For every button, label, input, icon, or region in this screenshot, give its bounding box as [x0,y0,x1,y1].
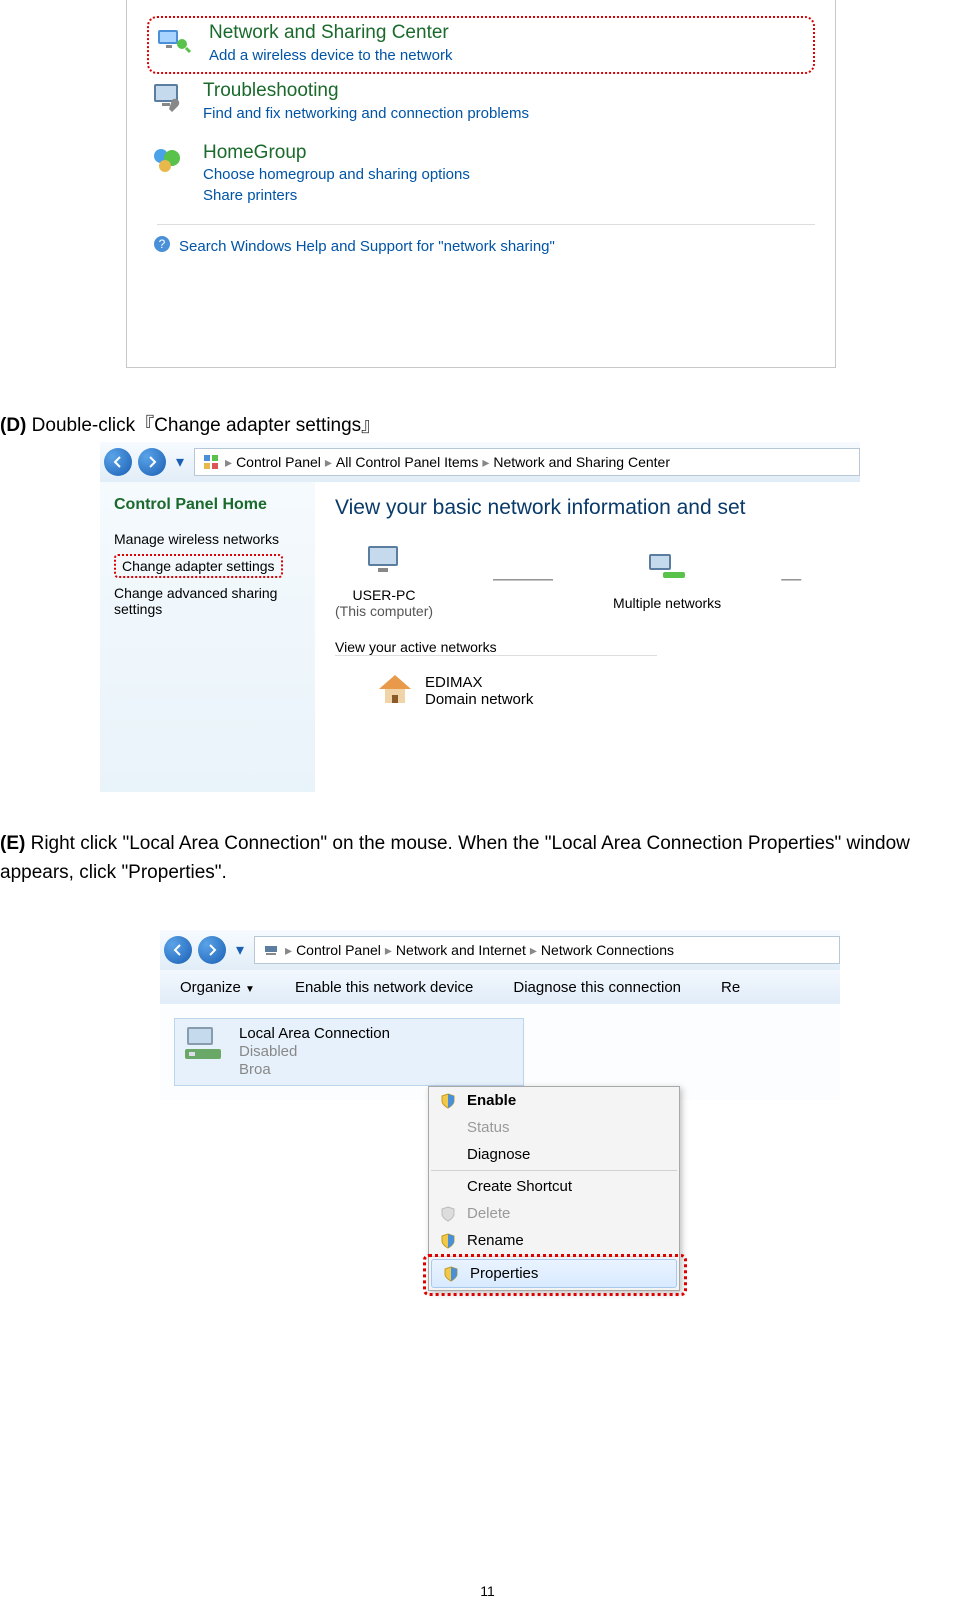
chevron-down-icon[interactable]: ▾ [236,940,244,960]
this-computer: USER-PC (This computer) [335,540,433,619]
menu-item-create-shortcut[interactable]: Create Shortcut [429,1173,679,1200]
shield-icon [437,1233,459,1249]
help-search-link[interactable]: ? Search Windows Help and Support for "n… [147,235,815,257]
house-icon [375,669,415,713]
back-button[interactable] [104,448,132,476]
main-content: View your basic network information and … [315,482,860,792]
toolbar-diagnose[interactable]: Diagnose this connection [513,979,681,996]
toolbar-organize[interactable]: Organize ▼ [180,979,255,996]
nav-bar: ▾ ▸ Control Panel ▸ All Control Panel It… [100,442,860,482]
menu-label: Rename [467,1232,524,1249]
shield-icon [440,1266,462,1282]
back-button[interactable] [164,936,192,964]
step-label: (E) [0,833,25,854]
nav-bar: ▾ ▸ Control Panel ▸ Network and Internet… [160,930,840,970]
homegroup-icon [150,142,186,178]
active-network-item[interactable]: EDIMAX Domain network [375,669,860,713]
connection-status: Disabled [239,1043,390,1061]
menu-item-properties[interactable]: Properties [431,1259,677,1288]
page-heading: View your basic network information and … [335,496,860,520]
step-text: Right click "Local Area Connection" on t… [0,833,910,883]
connection-adapter: Broa [239,1061,390,1079]
search-result-homegroup[interactable]: HomeGroup Choose homegroup and sharing o… [147,136,815,219]
search-result-subtitle[interactable]: Find and fix networking and connection p… [203,103,815,124]
menu-item-status: Status [429,1114,679,1141]
search-result-subtitle[interactable]: Add a wireless device to the network [209,45,803,66]
search-result-title: HomeGroup [203,142,815,165]
search-result-subtitle[interactable]: Choose homegroup and sharing options [203,164,815,185]
chevron-down-icon[interactable]: ▾ [176,452,184,472]
breadcrumb[interactable]: ▸ Control Panel ▸ Network and Internet ▸… [254,936,840,964]
help-icon: ? [153,235,171,257]
forward-button[interactable] [198,936,226,964]
breadcrumb-item[interactable]: All Control Panel Items [336,454,478,470]
network-icon [645,548,689,592]
page-number: 11 [0,1583,975,1599]
menu-label: Delete [467,1205,510,1222]
computer-icon [362,540,406,584]
network-name: EDIMAX [425,674,533,691]
control-panel-icon [201,452,221,472]
search-result-title: Network and Sharing Center [209,22,803,45]
shield-icon [437,1206,459,1222]
instruction-step-d: (D) Double-click『Change adapter settings… [0,410,380,437]
troubleshooting-icon [150,80,186,116]
menu-item-delete: Delete [429,1200,679,1227]
shield-icon [437,1093,459,1109]
breadcrumb-item[interactable]: Network and Sharing Center [493,454,670,470]
breadcrumb-item[interactable]: Network and Internet [396,942,526,958]
figure-network-connections: ▾ ▸ Control Panel ▸ Network and Internet… [160,930,840,1460]
connector-line: ——— [493,568,553,591]
menu-item-rename[interactable]: Rename [429,1227,679,1254]
sidebar-item-change-adapter-settings[interactable]: Change adapter settings [114,554,283,578]
pc-sub: (This computer) [335,603,433,619]
multiple-networks: Multiple networks [613,548,721,611]
menu-separator [431,1256,677,1257]
breadcrumb-item[interactable]: Network Connections [541,942,674,958]
network-adapter-icon [183,1025,229,1079]
search-result-troubleshooting[interactable]: Troubleshooting Find and fix networking … [147,74,815,136]
menu-separator [431,1170,677,1171]
network-type: Domain network [425,691,533,708]
sidebar-item-change-advanced-sharing[interactable]: Change advanced sharing settings [114,582,305,620]
search-result-title: Troubleshooting [203,80,815,103]
pc-name: USER-PC [335,587,433,603]
step-label: (D) [0,415,26,436]
figure-network-sharing-center: ▾ ▸ Control Panel ▸ All Control Panel It… [100,442,860,792]
networks-label: Multiple networks [613,595,721,611]
breadcrumb[interactable]: ▸ Control Panel ▸ All Control Panel Item… [194,448,860,476]
sidebar: Control Panel Home Manage wireless netwo… [100,482,315,792]
menu-item-enable[interactable]: Enable [429,1087,679,1114]
menu-item-diagnose[interactable]: Diagnose [429,1141,679,1168]
active-networks-heading: View your active networks [335,639,657,656]
connection-name: Local Area Connection [239,1025,390,1043]
step-text: Double-click『Change adapter settings』 [32,415,381,436]
divider [157,224,815,225]
toolbar: Organize ▼ Enable this network device Di… [160,970,840,1004]
search-result-network-sharing[interactable]: Network and Sharing Center Add a wireles… [147,16,815,74]
network-adapter-icon [261,940,281,960]
search-result-subtitle-2[interactable]: Share printers [203,185,815,206]
menu-label: Enable [467,1092,516,1109]
chevron-down-icon: ▼ [245,984,255,995]
breadcrumb-item[interactable]: Control Panel [296,942,381,958]
menu-label: Create Shortcut [467,1178,572,1195]
help-search-text: Search Windows Help and Support for "net… [179,238,555,255]
network-sharing-icon [156,22,192,58]
connection-local-area[interactable]: Local Area Connection Disabled Broa [174,1018,524,1086]
context-menu: Enable Status Diagnose Create Shortcut D… [428,1086,680,1291]
menu-label: Properties [470,1265,538,1282]
breadcrumb-item[interactable]: Control Panel [236,454,321,470]
svg-text:?: ? [159,237,166,251]
menu-label: Diagnose [467,1146,530,1163]
figure-control-panel-search: Network and Sharing Center Add a wireles… [126,0,836,368]
instruction-step-e: (E) Right click "Local Area Connection" … [0,830,975,887]
forward-button[interactable] [138,448,166,476]
connector-line: — [781,568,801,591]
toolbar-rename[interactable]: Re [721,979,740,996]
sidebar-item-manage-wireless[interactable]: Manage wireless networks [114,528,305,550]
menu-label: Status [467,1119,510,1136]
control-panel-home-link[interactable]: Control Panel Home [114,496,305,514]
toolbar-enable-device[interactable]: Enable this network device [295,979,473,996]
